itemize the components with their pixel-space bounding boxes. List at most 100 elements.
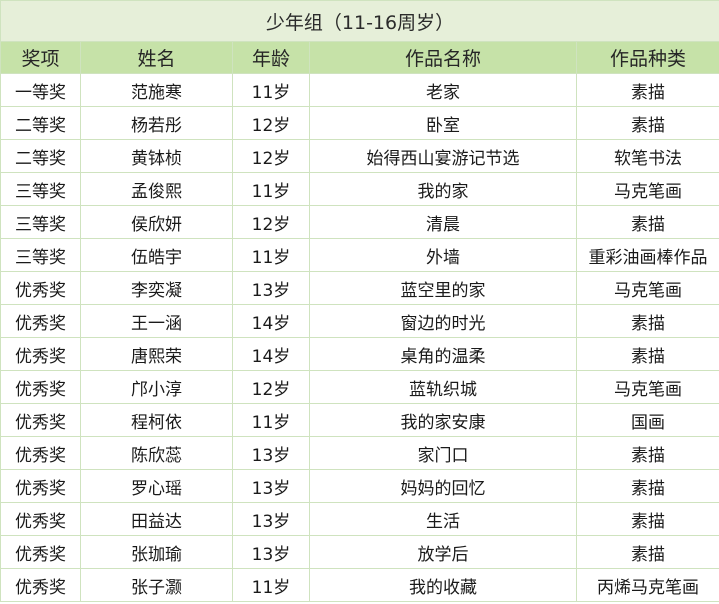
- cell-age: 11岁: [232, 403, 310, 437]
- cell-name: 李奕凝: [80, 271, 233, 305]
- table-row: 优秀奖 张子灏 11岁 我的收藏 丙烯马克笔画: [0, 568, 719, 602]
- cell-award: 优秀奖: [0, 271, 81, 305]
- column-header-work-title: 作品名称: [309, 41, 577, 74]
- table-row: 优秀奖 田益达 13岁 生活 素描: [0, 502, 719, 536]
- cell-name: 张子灏: [80, 568, 233, 602]
- cell-work-title: 始得西山宴游记节选: [309, 139, 577, 173]
- table-title: 少年组（11-16周岁）: [0, 0, 719, 42]
- cell-work-title: 放学后: [309, 535, 577, 569]
- cell-work-title: 妈妈的回忆: [309, 469, 577, 503]
- cell-work-title: 家门口: [309, 436, 577, 470]
- cell-name: 黄钵桢: [80, 139, 233, 173]
- cell-work-title: 窗边的时光: [309, 304, 577, 338]
- cell-age: 13岁: [232, 271, 310, 305]
- cell-age: 12岁: [232, 106, 310, 140]
- table-row: 一等奖 范施寒 11岁 老家 素描: [0, 73, 719, 107]
- table-row: 三等奖 伍皓宇 11岁 外墙 重彩油画棒作品: [0, 238, 719, 272]
- cell-work-title: 蓝空里的家: [309, 271, 577, 305]
- cell-age: 12岁: [232, 370, 310, 404]
- cell-award: 优秀奖: [0, 568, 81, 602]
- cell-award: 二等奖: [0, 139, 81, 173]
- cell-work-title: 我的收藏: [309, 568, 577, 602]
- cell-work-type: 素描: [576, 469, 719, 503]
- column-header-age: 年龄: [232, 41, 310, 74]
- cell-work-title: 蓝轨织城: [309, 370, 577, 404]
- cell-name: 孟俊熙: [80, 172, 233, 206]
- table-row: 三等奖 侯欣妍 12岁 清晨 素描: [0, 205, 719, 239]
- cell-age: 11岁: [232, 73, 310, 107]
- cell-age: 13岁: [232, 502, 310, 536]
- cell-name: 范施寒: [80, 73, 233, 107]
- cell-work-title: 老家: [309, 73, 577, 107]
- cell-award: 优秀奖: [0, 403, 81, 437]
- cell-work-type: 马克笔画: [576, 370, 719, 404]
- cell-award: 一等奖: [0, 73, 81, 107]
- cell-work-title: 卧室: [309, 106, 577, 140]
- cell-award: 优秀奖: [0, 436, 81, 470]
- cell-age: 14岁: [232, 337, 310, 371]
- cell-name: 田益达: [80, 502, 233, 536]
- cell-work-type: 国画: [576, 403, 719, 437]
- cell-work-title: 生活: [309, 502, 577, 536]
- cell-work-type: 马克笔画: [576, 271, 719, 305]
- cell-name: 王一涵: [80, 304, 233, 338]
- cell-work-type: 素描: [576, 106, 719, 140]
- award-sheet: 少年组（11-16周岁） 奖项 姓名 年龄 作品名称 作品种类 一等奖 范施寒 11…: [0, 0, 719, 604]
- table-row: 优秀奖 王一涵 14岁 窗边的时光 素描: [0, 304, 719, 338]
- cell-work-title: 清晨: [309, 205, 577, 239]
- cell-work-type: 素描: [576, 535, 719, 569]
- table-row: 二等奖 杨若彤 12岁 卧室 素描: [0, 106, 719, 140]
- column-header-name: 姓名: [80, 41, 233, 74]
- cell-name: 罗心瑶: [80, 469, 233, 503]
- cell-work-type: 素描: [576, 304, 719, 338]
- cell-award: 优秀奖: [0, 370, 81, 404]
- column-header-award: 奖项: [0, 41, 81, 74]
- table-row: 优秀奖 程柯依 11岁 我的家安康 国画: [0, 403, 719, 437]
- cell-name: 唐熙荣: [80, 337, 233, 371]
- cell-work-type: 软笔书法: [576, 139, 719, 173]
- cell-age: 12岁: [232, 139, 310, 173]
- cell-name: 伍皓宇: [80, 238, 233, 272]
- cell-work-type: 马克笔画: [576, 172, 719, 206]
- cell-work-type: 素描: [576, 73, 719, 107]
- cell-name: 陈欣蕊: [80, 436, 233, 470]
- table-body: 一等奖 范施寒 11岁 老家 素描 二等奖 杨若彤 12岁 卧室 素描 二等奖 黄钵桢 12岁 始得西山宴…: [0, 73, 719, 602]
- cell-award: 三等奖: [0, 238, 81, 272]
- award-table: 少年组（11-16周岁） 奖项 姓名 年龄 作品名称 作品种类 一等奖 范施寒 11…: [0, 0, 719, 602]
- table-row: 优秀奖 罗心瑶 13岁 妈妈的回忆 素描: [0, 469, 719, 503]
- cell-age: 14岁: [232, 304, 310, 338]
- cell-work-type: 素描: [576, 436, 719, 470]
- cell-age: 13岁: [232, 436, 310, 470]
- cell-name: 侯欣妍: [80, 205, 233, 239]
- cell-award: 二等奖: [0, 106, 81, 140]
- cell-award: 优秀奖: [0, 337, 81, 371]
- cell-name: 杨若彤: [80, 106, 233, 140]
- cell-award: 三等奖: [0, 205, 81, 239]
- cell-work-type: 重彩油画棒作品: [576, 238, 719, 272]
- cell-age: 11岁: [232, 238, 310, 272]
- cell-name: 程柯依: [80, 403, 233, 437]
- cell-work-type: 素描: [576, 205, 719, 239]
- cell-award: 优秀奖: [0, 502, 81, 536]
- cell-award: 三等奖: [0, 172, 81, 206]
- cell-name: 邝小淳: [80, 370, 233, 404]
- cell-work-type: 素描: [576, 502, 719, 536]
- table-row: 优秀奖 李奕凝 13岁 蓝空里的家 马克笔画: [0, 271, 719, 305]
- cell-age: 13岁: [232, 535, 310, 569]
- cell-award: 优秀奖: [0, 469, 81, 503]
- cell-work-title: 我的家: [309, 172, 577, 206]
- cell-work-type: 丙烯马克笔画: [576, 568, 719, 602]
- table-row: 优秀奖 陈欣蕊 13岁 家门口 素描: [0, 436, 719, 470]
- table-row: 优秀奖 邝小淳 12岁 蓝轨织城 马克笔画: [0, 370, 719, 404]
- cell-work-title: 我的家安康: [309, 403, 577, 437]
- cell-award: 优秀奖: [0, 304, 81, 338]
- cell-name: 张珈瑜: [80, 535, 233, 569]
- cell-age: 13岁: [232, 469, 310, 503]
- cell-award: 优秀奖: [0, 535, 81, 569]
- title-row: 少年组（11-16周岁）: [0, 0, 719, 42]
- cell-work-title: 桌角的温柔: [309, 337, 577, 371]
- table-row: 优秀奖 唐熙荣 14岁 桌角的温柔 素描: [0, 337, 719, 371]
- cell-age: 11岁: [232, 172, 310, 206]
- table-row: 优秀奖 张珈瑜 13岁 放学后 素描: [0, 535, 719, 569]
- cell-age: 12岁: [232, 205, 310, 239]
